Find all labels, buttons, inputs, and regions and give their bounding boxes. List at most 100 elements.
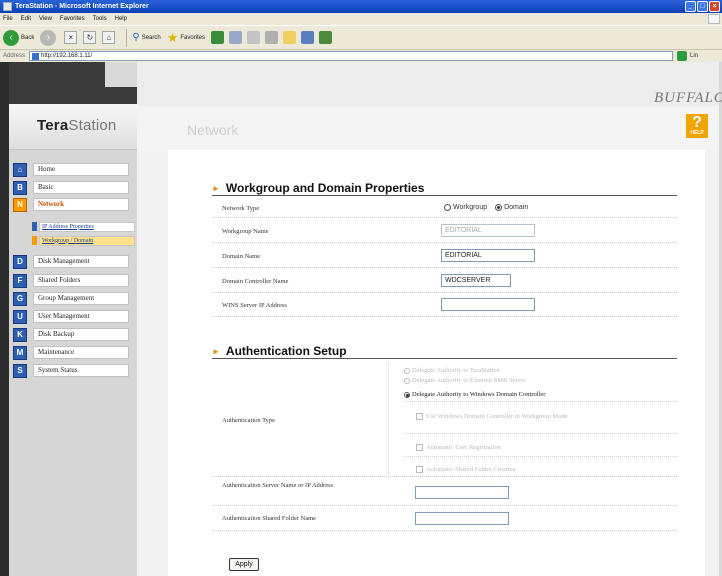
auth-server-label: Authentication Server Name or IP Address bbox=[222, 482, 334, 489]
stop-icon: × bbox=[64, 31, 78, 44]
links-label[interactable]: Lin bbox=[690, 53, 698, 59]
messenger-icon[interactable] bbox=[301, 31, 315, 44]
network-type-radios: Workgroup Domain bbox=[444, 204, 536, 211]
folder-icon: F bbox=[13, 273, 27, 288]
search-button[interactable]: ⚲ Search bbox=[132, 32, 160, 43]
refresh-button[interactable]: ↻ bbox=[83, 31, 97, 44]
menu-tools[interactable]: Tools bbox=[93, 16, 107, 22]
domain-controller-field[interactable]: WDCSERVER bbox=[441, 274, 511, 287]
row-auth-shared-folder: Authentication Shared Folder Name bbox=[212, 507, 677, 531]
sidebar-item-shared-folders[interactable]: F Shared Folders bbox=[13, 273, 137, 288]
radio-domain[interactable] bbox=[495, 204, 503, 211]
apply-button[interactable]: Apply bbox=[229, 558, 259, 571]
search-label: Search bbox=[141, 34, 161, 41]
domain-name-label: Domain Name bbox=[222, 253, 261, 260]
radio-domain-label: Domain bbox=[504, 204, 529, 211]
group-icon: G bbox=[13, 291, 27, 306]
history-icon[interactable] bbox=[229, 31, 243, 44]
sidebar-item-label: Home bbox=[33, 163, 129, 176]
header-light-block bbox=[105, 62, 137, 87]
menu-help[interactable]: Help bbox=[115, 16, 127, 22]
auth-server-field[interactable] bbox=[415, 486, 509, 499]
sidebar-item-label: Network bbox=[33, 198, 129, 211]
sidebar-item-network[interactable]: N Network bbox=[13, 197, 137, 212]
subitem-label: IP Address Properties bbox=[39, 221, 135, 232]
back-label: Back bbox=[21, 34, 35, 41]
address-input[interactable]: http://192.168.1.11/ bbox=[29, 51, 674, 61]
toolbar-divider bbox=[126, 28, 128, 47]
section-divider bbox=[212, 358, 677, 359]
sidebar-item-label: Basic bbox=[33, 181, 129, 194]
media-icon[interactable] bbox=[211, 31, 225, 44]
subitem-marker-icon bbox=[32, 222, 37, 231]
folder-icon[interactable] bbox=[283, 31, 297, 44]
radio-auth-terastation[interactable] bbox=[404, 367, 410, 374]
section-arrow-icon: ► bbox=[212, 347, 220, 356]
help-label: HELP bbox=[690, 130, 704, 136]
menu-file[interactable]: File bbox=[3, 16, 13, 22]
option-divider bbox=[404, 456, 677, 457]
radio-workgroup[interactable] bbox=[444, 204, 451, 211]
radio-workgroup-label: Workgroup bbox=[453, 204, 488, 211]
search-icon: ⚲ bbox=[132, 32, 140, 43]
workgroup-name-field[interactable]: EDITORIAL bbox=[441, 224, 535, 237]
tools-icon[interactable] bbox=[319, 31, 333, 44]
domain-name-field[interactable]: EDITORIAL bbox=[441, 249, 535, 262]
help-button[interactable]: ? HELP bbox=[686, 114, 708, 138]
maximize-icon[interactable]: □ bbox=[697, 1, 708, 12]
header-strip bbox=[137, 62, 719, 106]
auth-option-domain-controller[interactable]: Delegate Authority to Windows Domain Con… bbox=[404, 391, 545, 398]
go-arrow-icon[interactable] bbox=[677, 51, 688, 61]
sidebar-item-system-status[interactable]: S System Status bbox=[13, 363, 137, 378]
sidebar-item-disk-backup[interactable]: K Disk Backup bbox=[13, 327, 137, 342]
sidebar-subitem-workgroup-domain[interactable]: Workgroup / Domain bbox=[32, 235, 137, 246]
window-title: TeraStation - Microsoft Internet Explore… bbox=[15, 3, 149, 10]
wins-server-field[interactable] bbox=[441, 298, 535, 311]
radio-auth-smb[interactable] bbox=[404, 377, 410, 384]
home-button[interactable]: ⌂ bbox=[102, 31, 116, 44]
back-button[interactable]: ‹ Back bbox=[3, 29, 35, 46]
auth-option-terastation[interactable]: Delegate Authority to TeraStation bbox=[404, 367, 500, 374]
address-value: http://192.168.1.11/ bbox=[41, 53, 93, 59]
favorites-star-icon: ★ bbox=[166, 29, 179, 45]
network-icon: N bbox=[13, 197, 27, 212]
sidebar-item-label: Disk Management bbox=[33, 255, 129, 268]
menu-edit[interactable]: Edit bbox=[21, 16, 31, 22]
checkbox-workgroup-mode[interactable] bbox=[416, 413, 423, 420]
auth-shared-folder-field[interactable] bbox=[415, 512, 509, 525]
sidebar-item-basic[interactable]: B Basic bbox=[13, 180, 137, 195]
sidebar-item-label: System Status bbox=[33, 364, 129, 377]
row-workgroup-name: Workgroup Name EDITORIAL bbox=[212, 221, 677, 243]
checkbox-folder-creation[interactable] bbox=[416, 466, 423, 473]
auth-suboption-folder-creation[interactable]: Automatic Shared Folder Creation bbox=[416, 466, 516, 473]
section-arrow-icon: ► bbox=[212, 184, 220, 193]
minimize-icon[interactable]: _ bbox=[685, 1, 696, 12]
row-network-type: Network Type Workgroup Domain bbox=[212, 200, 677, 218]
auth-suboption-workgroup-mode[interactable]: Use Windows Domain Controller in Workgro… bbox=[416, 413, 568, 420]
back-arrow-icon: ‹ bbox=[3, 29, 19, 46]
auth-suboption-user-registration[interactable]: Automatic User Registration bbox=[416, 444, 501, 451]
favorites-button[interactable]: ★ Favorites bbox=[167, 30, 205, 46]
row-wins-server: WINS Server IP Address bbox=[212, 295, 677, 317]
stop-button[interactable]: × bbox=[64, 31, 78, 44]
section-title-workgroup: ► Workgroup and Domain Properties bbox=[212, 181, 425, 195]
sidebar-item-maintenance[interactable]: M Maintenance bbox=[13, 345, 137, 360]
close-icon[interactable]: × bbox=[709, 1, 720, 12]
forward-button[interactable]: › bbox=[40, 29, 58, 46]
sidebar-item-disk-management[interactable]: D Disk Management bbox=[13, 254, 137, 269]
menu-view[interactable]: View bbox=[39, 16, 52, 22]
auth-option-smb-server[interactable]: Delegate Authority to External SMB Serve… bbox=[404, 377, 526, 384]
sidebar-item-user-management[interactable]: U User Management bbox=[13, 309, 137, 324]
print-icon[interactable] bbox=[265, 31, 279, 44]
mail-icon[interactable] bbox=[247, 31, 261, 44]
help-icon: ? bbox=[692, 114, 702, 131]
sidebar-item-home[interactable]: ⌂ Home bbox=[13, 162, 137, 177]
menu-favorites[interactable]: Favorites bbox=[60, 16, 85, 22]
section-title-authentication: ► Authentication Setup bbox=[212, 344, 347, 358]
sidebar-item-group-management[interactable]: G Group Management bbox=[13, 291, 137, 306]
checkbox-user-registration[interactable] bbox=[416, 444, 423, 451]
subitem-label: Workgroup / Domain bbox=[39, 235, 135, 246]
refresh-icon: ↻ bbox=[83, 31, 97, 44]
sidebar-subitem-ip-address[interactable]: IP Address Properties bbox=[32, 221, 137, 232]
radio-auth-domain-controller[interactable] bbox=[404, 391, 410, 398]
